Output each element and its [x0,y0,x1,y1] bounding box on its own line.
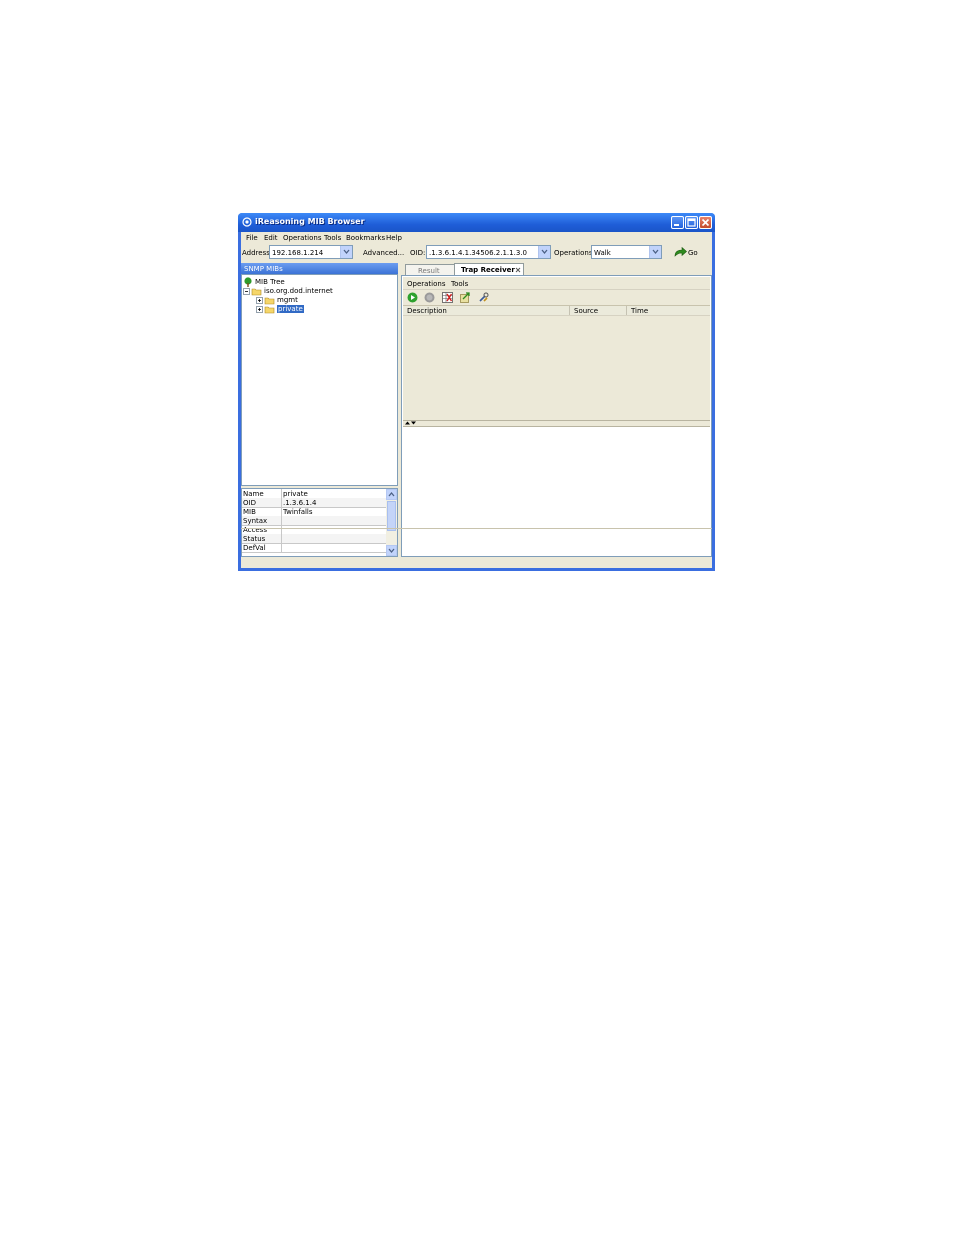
window-client: File Edit Operations Tools Bookmarks Hel… [241,232,712,568]
property-key: DefVal [243,544,266,552]
trap-menu-tools[interactable]: Tools [451,280,468,288]
trap-toolbar [403,290,710,305]
chevron-down-icon [541,249,548,255]
column-source[interactable]: Source [574,307,598,315]
chevron-down-icon [652,249,659,255]
go-button[interactable]: Go [672,245,702,259]
trap-menu-operations[interactable]: Operations [407,280,445,288]
menu-edit[interactable]: Edit [264,234,278,242]
menu-bookmarks[interactable]: Bookmarks [346,234,385,242]
property-value: .1.3.6.1.4 [283,499,317,507]
trap-table-header: Description Source Time [403,306,710,316]
menu-bar: File Edit Operations Tools Bookmarks Hel… [241,232,712,243]
snmp-mibs-title: SNMP MIBs [244,265,283,273]
mib-tree[interactable]: MIB Tree iso.org.dod.internet mgmt priva… [241,274,398,486]
menu-file[interactable]: File [246,234,258,242]
oid-dropdown[interactable] [538,246,550,258]
trap-menu-bar: Operations Tools [403,277,710,290]
properties-scrollbar[interactable] [386,489,397,556]
tree-label-mgmt: mgmt [277,296,298,304]
menu-operations[interactable]: Operations [283,234,321,242]
close-tab-icon[interactable] [515,267,521,273]
go-arrow-icon [674,247,687,257]
snmp-mibs-header: SNMP MIBs [241,263,398,274]
status-bar [241,528,712,538]
trap-receiver-panel: Operations Tools Description Source Time [401,275,712,557]
app-icon [242,217,252,227]
maximize-icon [687,218,696,227]
operations-combo[interactable]: Walk [591,245,662,259]
property-key: OID [243,499,256,507]
minimize-button[interactable] [671,216,684,229]
start-icon[interactable] [407,292,418,303]
property-key: MIB [243,508,256,516]
tab-result-table[interactable]: Result Table [405,264,455,283]
address-toolbar: Address: 192.168.1.214 Advanced... OID: … [241,244,712,261]
tree-label-root: MIB Tree [255,278,285,286]
mib-panel: SNMP MIBs MIB Tree iso.org.dod.internet [241,263,398,568]
minimize-icon [674,224,679,226]
split-divider[interactable] [403,420,710,427]
address-combo[interactable]: 192.168.1.214 [269,245,353,259]
address-label: Address: [242,249,273,257]
oid-combo[interactable]: .1.3.6.1.4.1.34506.2.1.1.3.0 [426,245,551,259]
scroll-up-button[interactable] [386,489,397,500]
tree-label-internet: iso.org.dod.internet [264,287,333,295]
property-value: private [283,490,308,498]
properties-table: Name private OID .1.3.6.1.4 MIB Twinfall… [241,488,398,557]
stop-icon[interactable] [424,292,435,303]
trap-table[interactable]: Description Source Time [403,305,710,421]
tree-label-private: private [277,305,304,313]
property-key: Syntax [243,517,268,525]
oid-label: OID: [410,249,426,257]
operations-dropdown[interactable] [649,246,661,258]
operations-label: Operations: [554,249,595,257]
scroll-down-button[interactable] [386,545,397,556]
column-time[interactable]: Time [631,307,648,315]
address-value: 192.168.1.214 [272,249,324,257]
go-label: Go [688,249,698,257]
oid-value: .1.3.6.1.4.1.34506.2.1.1.3.0 [429,249,527,257]
menu-tools[interactable]: Tools [324,234,341,242]
chevron-down-icon [388,548,395,554]
chevron-down-icon [343,249,350,255]
operations-value: Walk [594,249,611,257]
advanced-button[interactable]: Advanced... [363,249,404,257]
export-icon[interactable] [460,292,471,303]
options-icon[interactable] [478,292,489,303]
chevron-up-icon [388,491,395,497]
maximize-button[interactable] [685,216,698,229]
property-key: Name [243,490,264,498]
address-dropdown[interactable] [340,246,352,258]
window-title: iReasoning MIB Browser [255,217,365,226]
expand-icon [256,306,275,314]
property-row: DefVal [242,543,386,553]
tab-strip: Result Table Trap Receiver [401,263,712,283]
title-bar[interactable]: iReasoning MIB Browser [238,213,715,232]
scroll-thumb[interactable] [387,501,396,531]
close-button[interactable] [699,216,712,229]
menu-help[interactable]: Help [386,234,402,242]
main-panel: Result Table Trap Receiver Operations To… [401,263,712,557]
close-icon [701,218,710,227]
splitter-arrows-icon [405,421,416,425]
property-value: Twinfalls [283,508,313,516]
column-description[interactable]: Description [407,307,447,315]
tab-trap-receiver[interactable]: Trap Receiver [454,263,524,275]
clear-table-icon[interactable] [442,292,453,303]
app-window: iReasoning MIB Browser File Edit Operati… [238,213,715,571]
tab-trap-receiver-label: Trap Receiver [461,266,515,274]
